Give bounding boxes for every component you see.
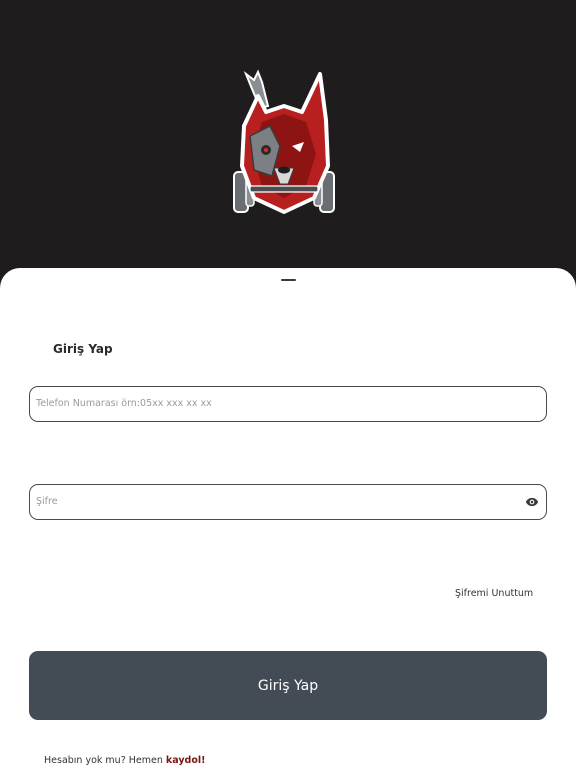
- phone-field[interactable]: [29, 386, 547, 422]
- phone-input[interactable]: [36, 387, 516, 420]
- drag-handle[interactable]: [281, 279, 296, 281]
- signup-link[interactable]: kaydol!: [166, 755, 206, 766]
- wolf-dumbbell-logo-icon: [233, 69, 335, 214]
- login-button[interactable]: Giriş Yap: [29, 651, 547, 720]
- signup-prompt: Hesabın yok mu? Hemen kaydol!: [44, 755, 205, 766]
- password-input[interactable]: [36, 485, 516, 518]
- signup-prompt-text: Hesabın yok mu? Hemen: [44, 755, 163, 766]
- page-title: Giriş Yap: [53, 342, 113, 356]
- login-sheet: Giriş Yap Şifremi Unuttum Giriş Yap Hesa…: [0, 268, 576, 768]
- forgot-password-link[interactable]: Şifremi Unuttum: [455, 588, 533, 599]
- password-field[interactable]: [29, 484, 547, 520]
- eye-icon[interactable]: [524, 495, 540, 509]
- app-header: [0, 0, 576, 290]
